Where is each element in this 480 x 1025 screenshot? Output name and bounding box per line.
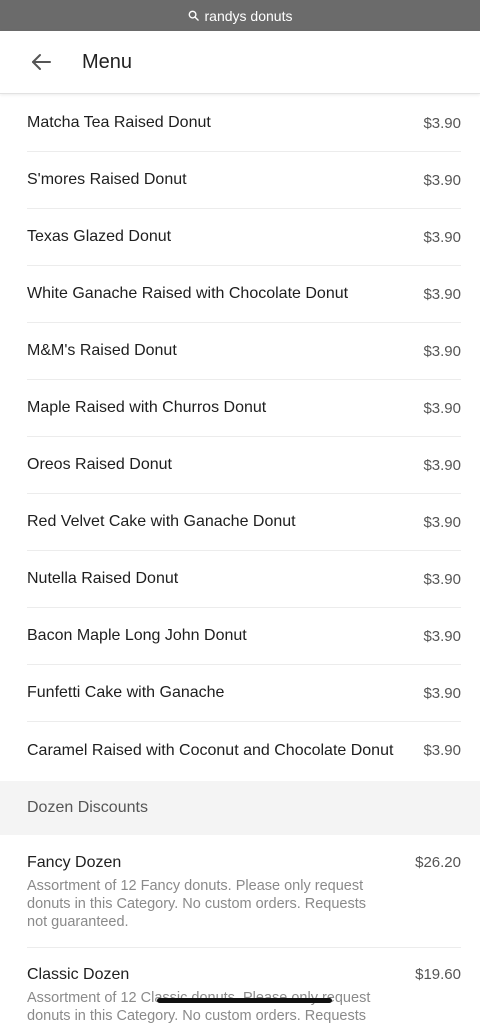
item-price: $3.90 bbox=[423, 684, 461, 702]
divider bbox=[27, 947, 461, 948]
menu-item[interactable]: Oreos Raised Donut $3.90 bbox=[27, 437, 461, 494]
menu-item[interactable]: Matcha Tea Raised Donut $3.90 bbox=[27, 95, 461, 152]
menu-item[interactable]: Red Velvet Cake with Ganache Donut $3.90 bbox=[27, 494, 461, 551]
item-price: $3.90 bbox=[423, 228, 461, 246]
back-button[interactable] bbox=[26, 47, 56, 77]
item-price: $3.90 bbox=[423, 627, 461, 645]
item-price: $3.90 bbox=[423, 570, 461, 588]
item-price: $3.90 bbox=[423, 342, 461, 360]
search-icon bbox=[188, 10, 199, 21]
item-name: M&M's Raised Donut bbox=[27, 342, 177, 359]
item-price: $3.90 bbox=[423, 742, 461, 759]
menu-item[interactable]: Funfetti Cake with Ganache $3.90 bbox=[27, 665, 461, 722]
section-title: Dozen Discounts bbox=[27, 799, 148, 816]
item-name: Funfetti Cake with Ganache bbox=[27, 684, 225, 701]
menu-item[interactable]: M&M's Raised Donut $3.90 bbox=[27, 323, 461, 380]
item-name: Fancy Dozen bbox=[27, 854, 122, 871]
item-name: S'mores Raised Donut bbox=[27, 171, 187, 188]
item-name: Oreos Raised Donut bbox=[27, 456, 172, 473]
menu-item[interactable]: Maple Raised with Churros Donut $3.90 bbox=[27, 380, 461, 437]
item-price: $3.90 bbox=[423, 171, 461, 189]
item-price: $19.60 bbox=[415, 966, 461, 983]
section-header: Dozen Discounts bbox=[0, 781, 480, 835]
item-name: Caramel Raised with Coconut and Chocolat… bbox=[27, 741, 394, 759]
item-price: $3.90 bbox=[423, 513, 461, 531]
item-name: Maple Raised with Churros Donut bbox=[27, 399, 267, 416]
item-name: Matcha Tea Raised Donut bbox=[27, 114, 211, 131]
menu-item[interactable]: Bacon Maple Long John Donut $3.90 bbox=[27, 608, 461, 665]
menu-item[interactable]: White Ganache Raised with Chocolate Donu… bbox=[27, 266, 461, 323]
menu-item[interactable]: Texas Glazed Donut $3.90 bbox=[27, 209, 461, 266]
item-name: Nutella Raised Donut bbox=[27, 570, 179, 587]
item-description: Assortment of 12 Classic donuts. Please … bbox=[27, 990, 371, 1024]
item-price: $3.90 bbox=[423, 285, 461, 303]
app-header: Menu bbox=[0, 31, 480, 94]
item-description: Assortment of 12 Fancy donuts. Please on… bbox=[27, 878, 367, 930]
item-name: White Ganache Raised with Chocolate Donu… bbox=[27, 285, 349, 302]
item-name: Texas Glazed Donut bbox=[27, 228, 172, 245]
item-name: Classic Dozen bbox=[27, 966, 130, 983]
item-price: $26.20 bbox=[415, 854, 461, 871]
url-text: randys donuts bbox=[204, 7, 293, 24]
arrow-left-icon bbox=[32, 54, 51, 70]
home-indicator[interactable] bbox=[157, 998, 332, 1003]
item-price: $3.90 bbox=[423, 114, 461, 132]
item-price: $3.90 bbox=[423, 399, 461, 417]
dozen-item[interactable]: Classic Dozen $19.60 Assortment of 12 Cl… bbox=[27, 966, 461, 1025]
dozen-item[interactable]: Fancy Dozen $26.20 Assortment of 12 Fanc… bbox=[27, 854, 461, 931]
page-title: Menu bbox=[82, 50, 133, 73]
item-name: Red Velvet Cake with Ganache Donut bbox=[27, 513, 296, 530]
menu-item[interactable]: Caramel Raised with Coconut and Chocolat… bbox=[27, 722, 461, 779]
url-bar[interactable]: randys donuts bbox=[0, 0, 480, 31]
menu-item[interactable]: Nutella Raised Donut $3.90 bbox=[27, 551, 461, 608]
menu-item[interactable]: S'mores Raised Donut $3.90 bbox=[27, 152, 461, 209]
item-name: Bacon Maple Long John Donut bbox=[27, 627, 247, 644]
item-price: $3.90 bbox=[423, 456, 461, 474]
menu-list: Matcha Tea Raised Donut $3.90 S'mores Ra… bbox=[0, 95, 480, 779]
